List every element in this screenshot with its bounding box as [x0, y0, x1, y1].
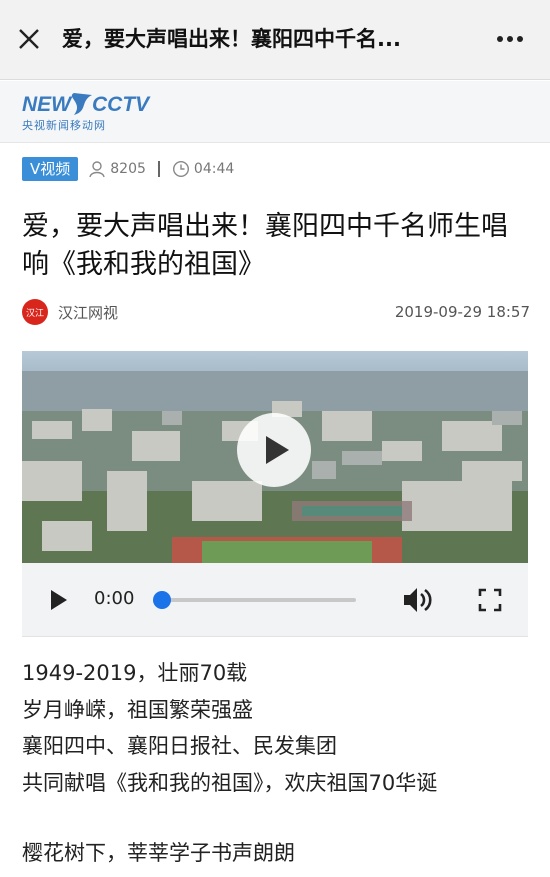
- source-name[interactable]: 汉江网视: [58, 302, 118, 323]
- article-headline: 爱，要大声唱出来！襄阳四中千名师生唱响《我和我的祖国》: [22, 211, 508, 280]
- svg-text:NEW: NEW: [22, 93, 73, 116]
- progress-knob[interactable]: [153, 591, 171, 609]
- media-controls: 0:00: [22, 563, 528, 637]
- page-title: 爱，要大声唱出来！襄阳四中千名...: [62, 27, 401, 51]
- view-count: 8205: [88, 160, 146, 178]
- source-row: 汉江 汉江网视 2019-09-29 18:57: [22, 298, 530, 326]
- brand-subtitle: 央视新闻移动网: [22, 119, 106, 132]
- source-logo[interactable]: 汉江: [22, 299, 48, 325]
- svg-text:CCTV: CCTV: [92, 93, 151, 116]
- duration-value: 04:44: [193, 161, 235, 177]
- volume-icon: [404, 588, 432, 612]
- body-line: 樱花树下，莘莘学子书声朗朗: [22, 841, 295, 865]
- more-dots-icon: [497, 36, 523, 42]
- progress-track[interactable]: [160, 598, 356, 602]
- brand-header: NEW CCTV 央视新闻移动网: [0, 81, 550, 143]
- user-icon: [89, 161, 105, 178]
- body-line: 岁月峥嵘，祖国繁荣强盛: [22, 697, 253, 722]
- duration: 04:44: [172, 160, 234, 178]
- play-icon: [266, 436, 289, 464]
- publish-time: 2019-09-29 18:57: [394, 303, 530, 321]
- more-button[interactable]: [490, 24, 530, 54]
- cctv-news-logo: NEW CCTV: [22, 93, 151, 116]
- close-icon: [19, 29, 39, 49]
- fullscreen-icon: [478, 588, 502, 612]
- article-body: 1949-2019，壮丽70载 岁月峥嵘，祖国繁荣强盛 襄阳四中、襄阳日报社、民…: [22, 655, 530, 872]
- video-tag[interactable]: V视频: [22, 157, 79, 181]
- clock-icon: [172, 160, 189, 178]
- volume-button[interactable]: [402, 585, 434, 615]
- video-play-button[interactable]: [237, 413, 311, 487]
- current-time: 0:00: [94, 588, 135, 609]
- body-line: 共同献唱《我和我的祖国》，欢庆祖国70华诞: [22, 770, 438, 795]
- play-button[interactable]: [48, 588, 70, 612]
- body-line: 襄阳四中、襄阳日报社、民发集团: [22, 734, 337, 758]
- article-meta: V视频 8205 04:44: [22, 156, 532, 182]
- view-count-value: 8205: [110, 161, 146, 177]
- fullscreen-button[interactable]: [478, 587, 502, 613]
- body-line: 1949-2019，壮丽70载: [22, 661, 248, 685]
- source-logo-text: 汉江: [25, 308, 44, 319]
- meta-divider: [157, 161, 160, 177]
- close-button[interactable]: [14, 24, 44, 54]
- play-icon: [51, 590, 67, 610]
- top-bar: 爱，要大声唱出来！襄阳四中千名...: [0, 0, 550, 80]
